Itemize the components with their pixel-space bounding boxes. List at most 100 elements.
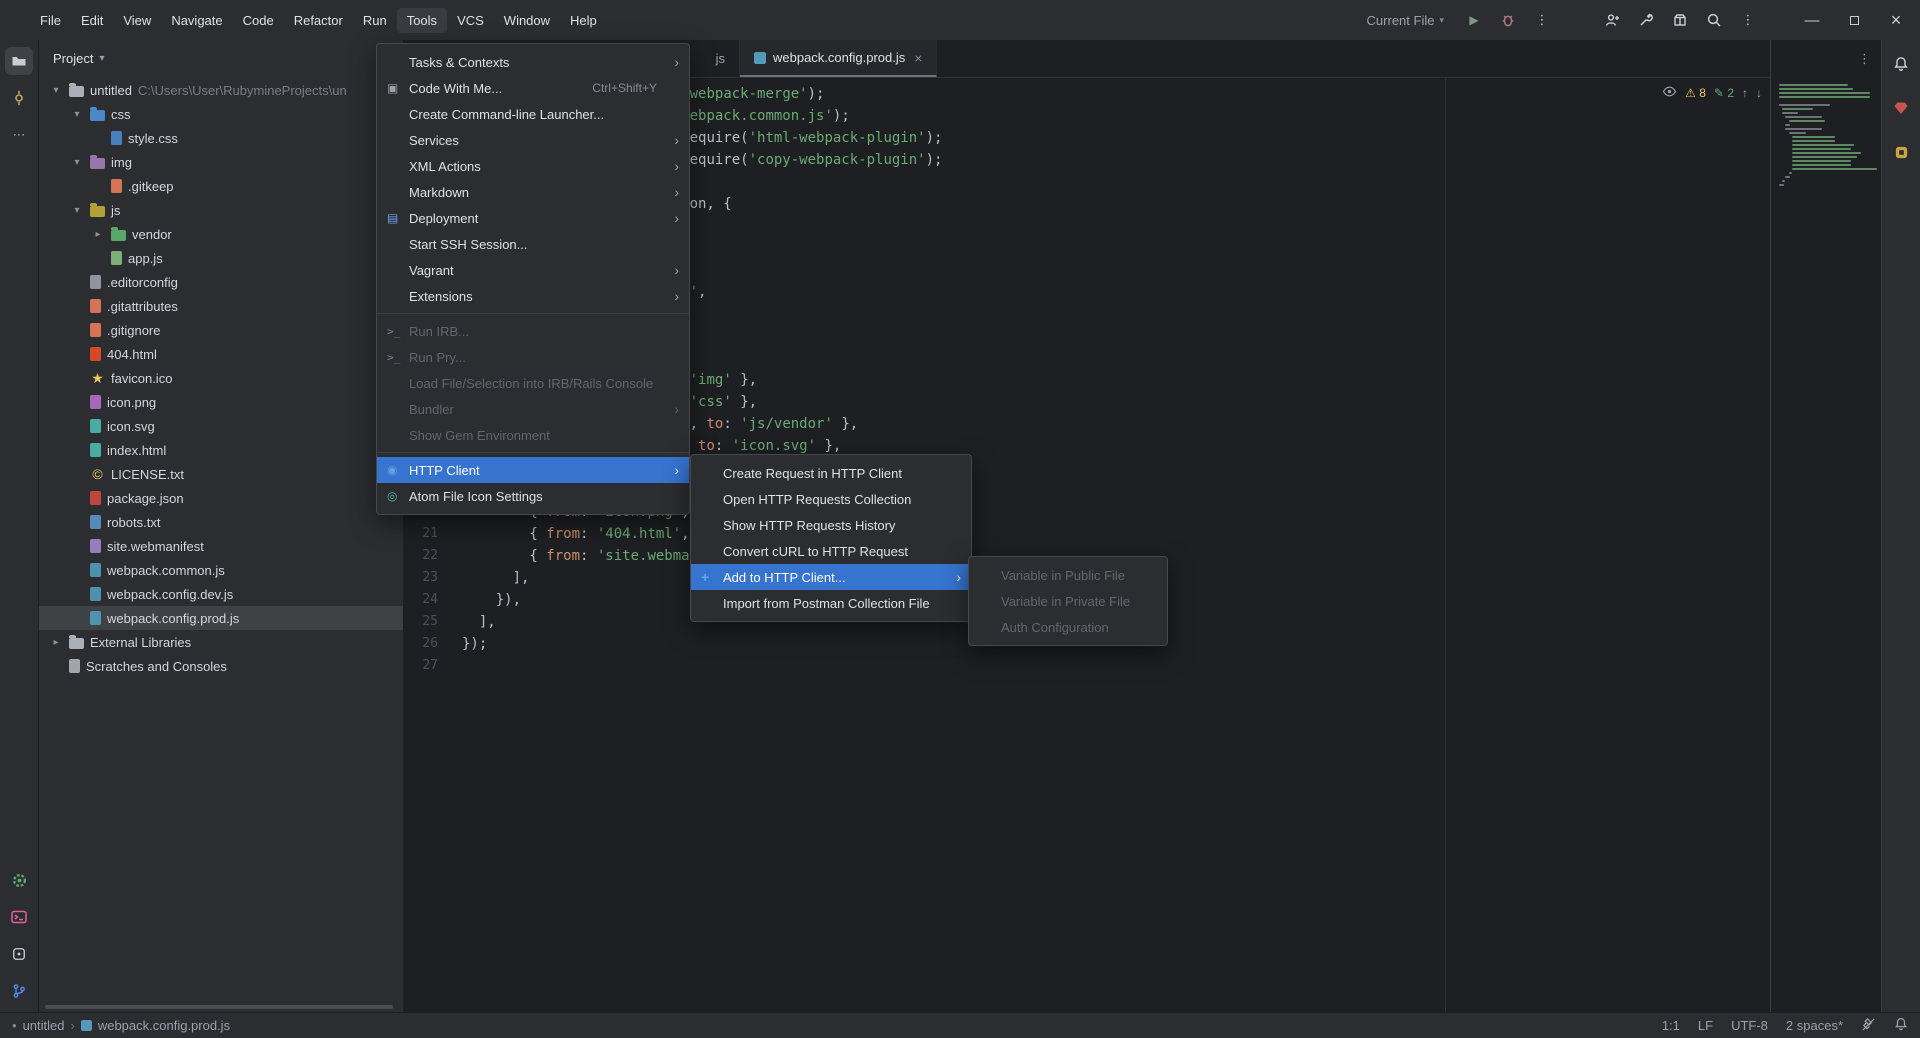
- git-branch-icon[interactable]: [5, 977, 33, 1005]
- chevron-down-icon[interactable]: ▾: [70, 157, 84, 168]
- tree-item-external-libraries[interactable]: ▸External Libraries: [39, 630, 403, 654]
- breadcrumb-file[interactable]: webpack.config.prod.js: [98, 1018, 230, 1033]
- hammer-slash-icon[interactable]: [1861, 1017, 1876, 1035]
- tree-item-license-txt[interactable]: ©LICENSE.txt: [39, 462, 403, 486]
- more-tools-icon[interactable]: ⋯: [5, 121, 33, 149]
- maximize-button[interactable]: [1840, 6, 1868, 34]
- file-encoding[interactable]: UTF-8: [1731, 1018, 1768, 1033]
- menu-item-xml-actions[interactable]: XML Actions›: [377, 153, 689, 179]
- menubar-item-code[interactable]: Code: [233, 8, 284, 33]
- tree-item-robots-txt[interactable]: robots.txt: [39, 510, 403, 534]
- menu-item-services[interactable]: Services›: [377, 127, 689, 153]
- minimize-button[interactable]: —: [1798, 6, 1826, 34]
- tree-item-gitignore[interactable]: .gitignore: [39, 318, 403, 342]
- menubar-item-refactor[interactable]: Refactor: [284, 8, 353, 33]
- project-tool-button[interactable]: [5, 47, 33, 75]
- eye-icon[interactable]: [1662, 84, 1677, 102]
- menu-item-import-from-postman-collection-file[interactable]: Import from Postman Collection File: [691, 590, 971, 616]
- collaborate-icon[interactable]: [1602, 10, 1622, 30]
- tree-item-index-html[interactable]: index.html: [39, 438, 403, 462]
- line-separator[interactable]: LF: [1698, 1018, 1713, 1033]
- menu-item-vagrant[interactable]: Vagrant›: [377, 257, 689, 283]
- tree-item-site-webmanifest[interactable]: site.webmanifest: [39, 534, 403, 558]
- chevron-down-icon[interactable]: ▾: [70, 205, 84, 216]
- tree-item-app-js[interactable]: app.js: [39, 246, 403, 270]
- menu-item-extensions[interactable]: Extensions›: [377, 283, 689, 309]
- tree-item-untitled[interactable]: ▾untitledC:\Users\User\RubymineProjects\…: [39, 78, 403, 102]
- menu-item-create-request-in-http-client[interactable]: Create Request in HTTP Client: [691, 460, 971, 486]
- tree-item-editorconfig[interactable]: .editorconfig: [39, 270, 403, 294]
- tree-item-js[interactable]: ▾js: [39, 198, 403, 222]
- editor-tab-active[interactable]: webpack.config.prod.js ×: [740, 40, 937, 77]
- chevron-right-icon[interactable]: ▸: [91, 229, 105, 240]
- menu-item-create-command-line-launcher[interactable]: Create Command-line Launcher...: [377, 101, 689, 127]
- run-button[interactable]: ▶: [1464, 10, 1484, 30]
- menubar-item-edit[interactable]: Edit: [71, 8, 113, 33]
- notifications-bell-icon[interactable]: [1887, 50, 1915, 78]
- more-run-actions-icon[interactable]: ⋮: [1532, 10, 1552, 30]
- terminal-icon[interactable]: [5, 903, 33, 931]
- ruby-gem-icon[interactable]: [1887, 94, 1915, 122]
- services-icon[interactable]: [5, 940, 33, 968]
- menubar-item-tools[interactable]: Tools: [397, 8, 447, 33]
- menu-item-open-http-requests-collection[interactable]: Open HTTP Requests Collection: [691, 486, 971, 512]
- project-panel-header[interactable]: Project ▾: [39, 40, 403, 76]
- plugin-icon[interactable]: [1887, 138, 1915, 166]
- commit-tool-button[interactable]: [5, 84, 33, 112]
- menu-item-code-with-me[interactable]: ▣Code With Me...Ctrl+Shift+Y: [377, 75, 689, 101]
- tree-item-style-css[interactable]: style.css: [39, 126, 403, 150]
- menubar-item-vcs[interactable]: VCS: [447, 8, 494, 33]
- menu-item-show-http-requests-history[interactable]: Show HTTP Requests History: [691, 512, 971, 538]
- debug-button[interactable]: [1498, 10, 1518, 30]
- tree-item-404-html[interactable]: 404.html: [39, 342, 403, 366]
- tree-item-scratches-and-consoles[interactable]: Scratches and Consoles: [39, 654, 403, 678]
- menu-item-deployment[interactable]: ▤Deployment›: [377, 205, 689, 231]
- menu-item-add-to-http-client[interactable]: +Add to HTTP Client...›: [691, 564, 971, 590]
- menu-item-markdown[interactable]: Markdown›: [377, 179, 689, 205]
- run-config-selector[interactable]: Current File ▾: [1361, 10, 1450, 31]
- chevron-right-icon[interactable]: ▸: [49, 637, 63, 648]
- bell-icon[interactable]: [1894, 1017, 1908, 1034]
- tree-item-icon-png[interactable]: icon.png: [39, 390, 403, 414]
- tree-item-webpack-config-dev-js[interactable]: webpack.config.dev.js: [39, 582, 403, 606]
- tree-item-gitkeep[interactable]: .gitkeep: [39, 174, 403, 198]
- tree-item-webpack-config-prod-js[interactable]: webpack.config.prod.js: [39, 606, 403, 630]
- caret-position[interactable]: 1:1: [1662, 1018, 1680, 1033]
- menubar-item-window[interactable]: Window: [494, 8, 560, 33]
- tree-item-favicon-ico[interactable]: ★favicon.ico: [39, 366, 403, 390]
- prev-problem-icon[interactable]: ↑: [1742, 86, 1748, 100]
- tree-item-webpack-common-js[interactable]: webpack.common.js: [39, 558, 403, 582]
- chevron-down-icon[interactable]: ▾: [49, 85, 63, 96]
- tree-item-vendor[interactable]: ▸vendor: [39, 222, 403, 246]
- menubar-item-view[interactable]: View: [113, 8, 161, 33]
- wrench-icon[interactable]: [1636, 10, 1656, 30]
- inspections-widget[interactable]: ⚠ 8 ✎ 2 ↑ ↓: [1662, 84, 1762, 102]
- menu-item-http-client[interactable]: ◉HTTP Client›: [377, 457, 689, 483]
- close-tab-icon[interactable]: ×: [914, 50, 922, 66]
- breadcrumb-project[interactable]: untitled: [23, 1018, 65, 1033]
- code-minimap[interactable]: [1771, 78, 1881, 198]
- tab-options-icon[interactable]: ⋮: [1858, 51, 1871, 67]
- menu-item-atom-file-icon-settings[interactable]: ◎Atom File Icon Settings: [377, 483, 689, 509]
- menu-item-start-ssh-session[interactable]: Start SSH Session...: [377, 231, 689, 257]
- search-icon[interactable]: [1704, 10, 1724, 30]
- menubar-item-file[interactable]: File: [30, 8, 71, 33]
- tree-item-img[interactable]: ▾img: [39, 150, 403, 174]
- tree-item-css[interactable]: ▾css: [39, 102, 403, 126]
- typos-indicator[interactable]: ✎ 2: [1714, 86, 1734, 100]
- settings-gear-icon[interactable]: [5, 866, 33, 894]
- warnings-indicator[interactable]: ⚠ 8: [1685, 86, 1706, 100]
- menubar-item-navigate[interactable]: Navigate: [161, 8, 232, 33]
- package-icon[interactable]: [1670, 10, 1690, 30]
- tree-item-package-json[interactable]: package.json: [39, 486, 403, 510]
- tree-item-icon-svg[interactable]: icon.svg: [39, 414, 403, 438]
- indent-setting[interactable]: 2 spaces*: [1786, 1018, 1843, 1033]
- menubar-item-help[interactable]: Help: [560, 8, 607, 33]
- close-button[interactable]: ×: [1882, 6, 1910, 34]
- menubar-item-run[interactable]: Run: [353, 8, 397, 33]
- menu-item-convert-curl-to-http-request[interactable]: Convert cURL to HTTP Request: [691, 538, 971, 564]
- tree-item-gitattributes[interactable]: .gitattributes: [39, 294, 403, 318]
- kebab-menu-icon[interactable]: ⋮: [1738, 10, 1758, 30]
- menu-item-tasks-contexts[interactable]: Tasks & Contexts›: [377, 49, 689, 75]
- chevron-down-icon[interactable]: ▾: [70, 109, 84, 120]
